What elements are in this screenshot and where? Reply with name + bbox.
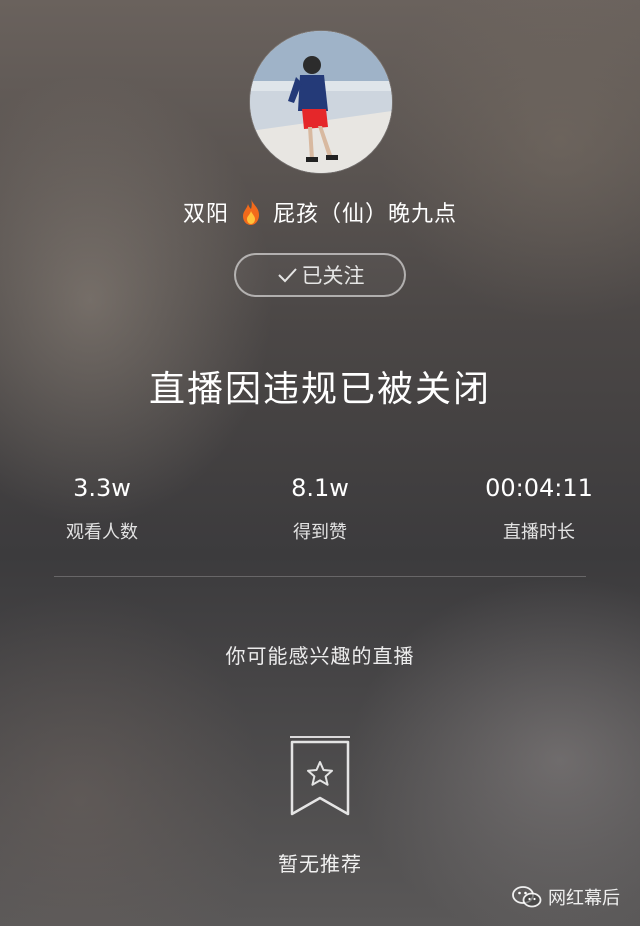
watermark: 网红幕后	[512, 884, 620, 910]
stat-value: 8.1w	[291, 474, 349, 502]
stat-viewers: 3.3w 观看人数	[12, 474, 192, 544]
stream-closed-headline: 直播因违规已被关闭	[148, 369, 491, 410]
avatar-photo	[250, 31, 392, 173]
streamer-name-part1: 双阳	[182, 202, 229, 227]
recommend-section-title: 你可能感兴趣的直播	[225, 644, 415, 668]
stat-label: 得到赞	[293, 522, 347, 543]
check-icon	[277, 268, 297, 283]
follow-button-label: 已关注	[301, 264, 365, 288]
streamer-name: 双阳 屁孩（仙）晚九点	[0, 196, 640, 228]
stat-label: 观看人数	[66, 522, 138, 543]
streamer-name-part2: 屁孩（仙）晚九点	[273, 202, 458, 227]
stream-stats: 3.3w 观看人数 8.1w 得到赞 00:04:11 直播时长	[0, 474, 640, 554]
watermark-text: 网红幕后	[548, 888, 620, 909]
stat-label: 直播时长	[503, 522, 575, 543]
follow-button[interactable]: 已关注	[234, 253, 406, 297]
bookmark-star-icon	[290, 736, 350, 816]
wechat-icon	[512, 886, 542, 908]
stat-value: 00:04:11	[485, 474, 593, 502]
stat-value: 3.3w	[73, 474, 131, 502]
stat-duration: 00:04:11 直播时长	[449, 474, 629, 544]
no-recommendation-text: 暂无推荐	[278, 852, 362, 876]
fire-icon	[243, 199, 259, 225]
divider	[54, 576, 586, 577]
stat-likes: 8.1w 得到赞	[230, 474, 410, 544]
streamer-avatar[interactable]	[250, 31, 392, 173]
